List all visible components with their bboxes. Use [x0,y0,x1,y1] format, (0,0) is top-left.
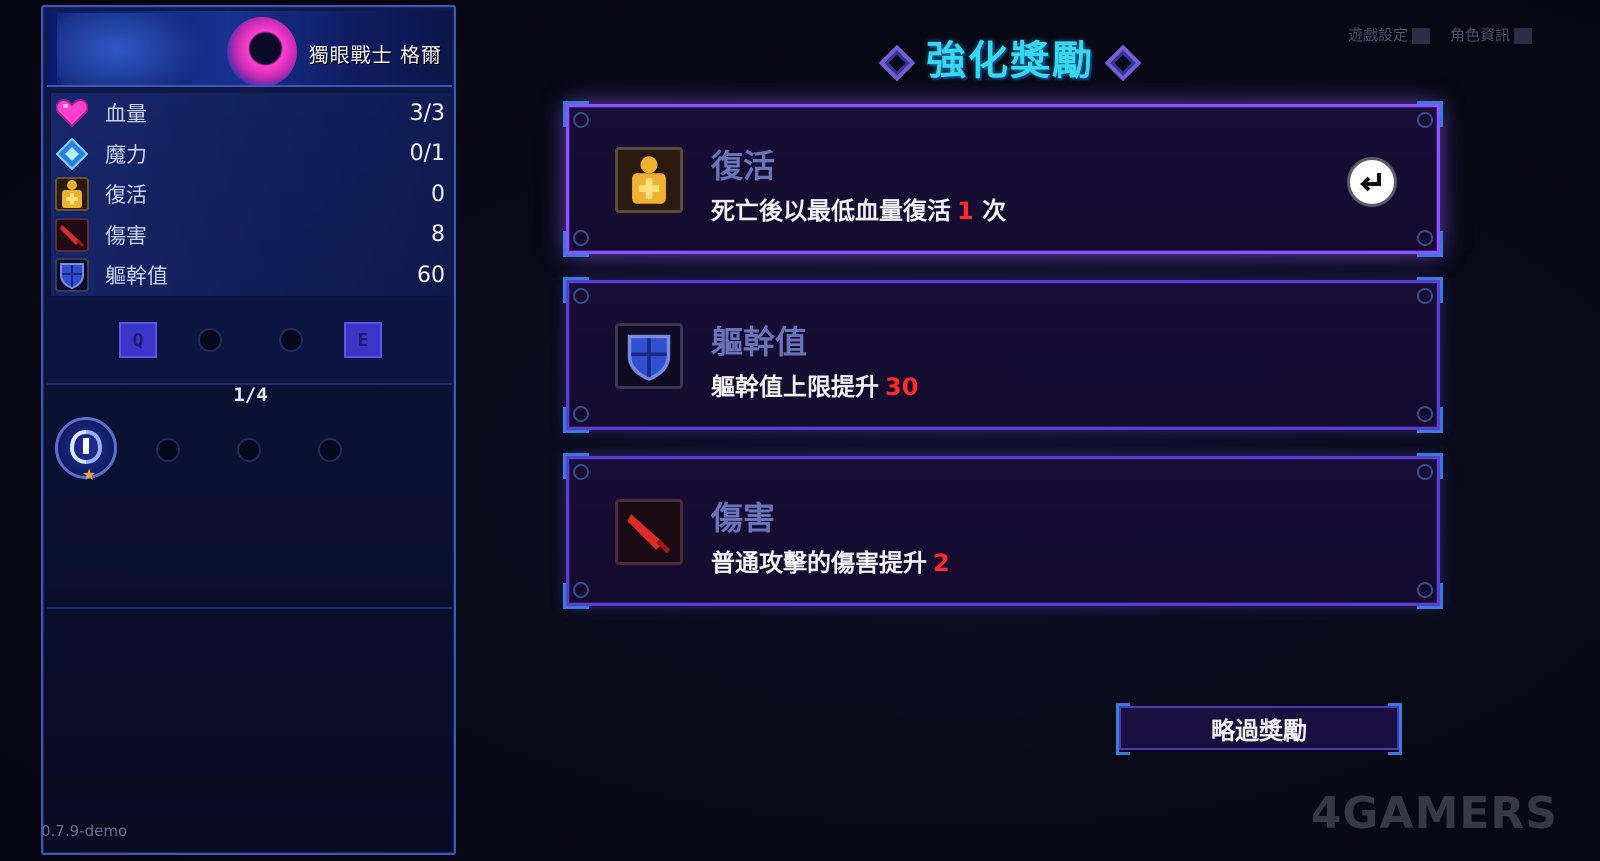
reward-amount: 2 [933,549,950,577]
shield-icon [55,258,89,293]
stat-row-armor: 軀幹值 60 [51,255,451,296]
version-label: 0.7.9-demo [41,822,128,840]
ring-ornament [1417,230,1433,246]
relic-count: 1/4 [233,384,268,406]
character-info-link[interactable]: 角色資訊 [1450,24,1532,45]
relic-slot[interactable] [318,438,342,462]
reward-card-damage[interactable]: 傷害 普通攻擊的傷害提升 2 [563,453,1443,609]
stat-label: 軀幹值 [105,264,168,289]
watermark-logo: 4GAMERS [1310,788,1558,839]
skip-reward-button[interactable]: 略過獎勵 [1116,703,1402,755]
relic-emblem-icon [69,430,103,464]
revive-idol-icon [55,177,89,212]
reward-title: 傷害 [711,499,776,537]
confirm-enter-button[interactable] [1347,157,1397,207]
reward-card-armor[interactable]: 軀幹值 軀幹值上限提升 30 [563,277,1443,433]
stats-list: 血量 3/3 魔力 0/1 復活 0 傷害 8 軀幹值 60 [51,93,451,296]
reward-title: 復活 [711,147,776,185]
stat-row-revive: 復活 0 [51,174,451,215]
stat-row-hp: 血量 3/3 [51,93,451,134]
reward-amount: 1 [957,197,974,225]
skill-key-e[interactable]: E [344,322,382,358]
ring-ornament [1417,464,1433,480]
relic-slot[interactable] [237,438,261,462]
ring-ornament [573,288,589,304]
reward-desc-text: 普通攻擊的傷害提升 [711,549,927,577]
relic-slot[interactable] [156,438,180,462]
ring-ornament [1417,112,1433,128]
skill-key-q[interactable]: Q [119,322,157,358]
character-info-label: 角色資訊 [1449,26,1510,44]
skill-slot[interactable] [279,328,303,352]
ring-ornament [573,406,589,422]
stat-label: 血量 [105,102,147,127]
reward-description: 死亡後以最低血量復活 1 次 [711,191,1006,226]
heart-icon [55,96,89,130]
skill-bar: Q E [47,297,452,385]
ring-ornament [573,464,589,480]
ring-ornament [1417,582,1433,598]
revive-idol-icon [615,147,683,213]
sword-icon [55,217,89,252]
ring-ornament [1417,406,1433,422]
ring-ornament [1417,288,1433,304]
reward-description: 軀幹值上限提升 30 [711,367,918,402]
key-hint-icon [1411,27,1430,44]
reward-desc-text: 軀幹值上限提升 [711,373,879,401]
relic-slot-equipped[interactable]: ★ [55,417,117,484]
stat-label: 魔力 [105,142,147,167]
reward-card-revive[interactable]: 復活 死亡後以最低血量復活 1 次 [563,101,1443,257]
reward-title: 軀幹值 [711,323,808,361]
stat-value: 3/3 [409,100,445,126]
ring-ornament [573,230,589,246]
ring-ornament [573,582,589,598]
stat-row-damage: 傷害 8 [51,214,451,255]
skill-slot[interactable] [198,328,222,352]
stat-label: 傷害 [105,223,147,248]
stat-value: 60 [417,262,445,288]
bracket-ornament [1388,703,1402,755]
stat-label: 復活 [105,183,147,208]
enter-key-icon [1360,173,1381,192]
mana-crystal-icon [55,137,89,171]
stat-value: 0/1 [409,141,445,167]
reward-desc-text: 死亡後以最低血量復活 [711,197,951,225]
top-menu: 遊戲設定 角色資訊 [1348,24,1532,45]
stat-value: 8 [431,222,445,248]
sword-icon [615,499,683,565]
settings-label: 遊戲設定 [1347,26,1408,44]
reward-desc-suffix: 次 [982,197,1007,225]
ring-ornament [573,112,589,128]
shield-icon [615,323,683,389]
panel-divider [47,607,452,609]
settings-link[interactable]: 遊戲設定 [1348,24,1430,45]
skip-reward-label: 略過獎勵 [1211,716,1307,745]
reward-amount: 30 [885,373,919,401]
stat-row-mana: 魔力 0/1 [51,133,451,174]
diamond-ornament-icon [878,44,916,82]
bracket-ornament [1116,703,1130,755]
key-hint-icon [1514,27,1532,44]
stat-value: 0 [431,181,445,207]
reward-title-text: 強化獎勵 [926,38,1094,84]
star-icon: ★ [82,465,97,484]
reward-description: 普通攻擊的傷害提升 2 [711,543,950,578]
diamond-ornament-icon [1104,44,1142,82]
character-panel: 獨眼戰士 格爾 血量 3/3 魔力 0/1 復活 0 傷害 8 軀幹值 60 Q… [41,5,456,855]
